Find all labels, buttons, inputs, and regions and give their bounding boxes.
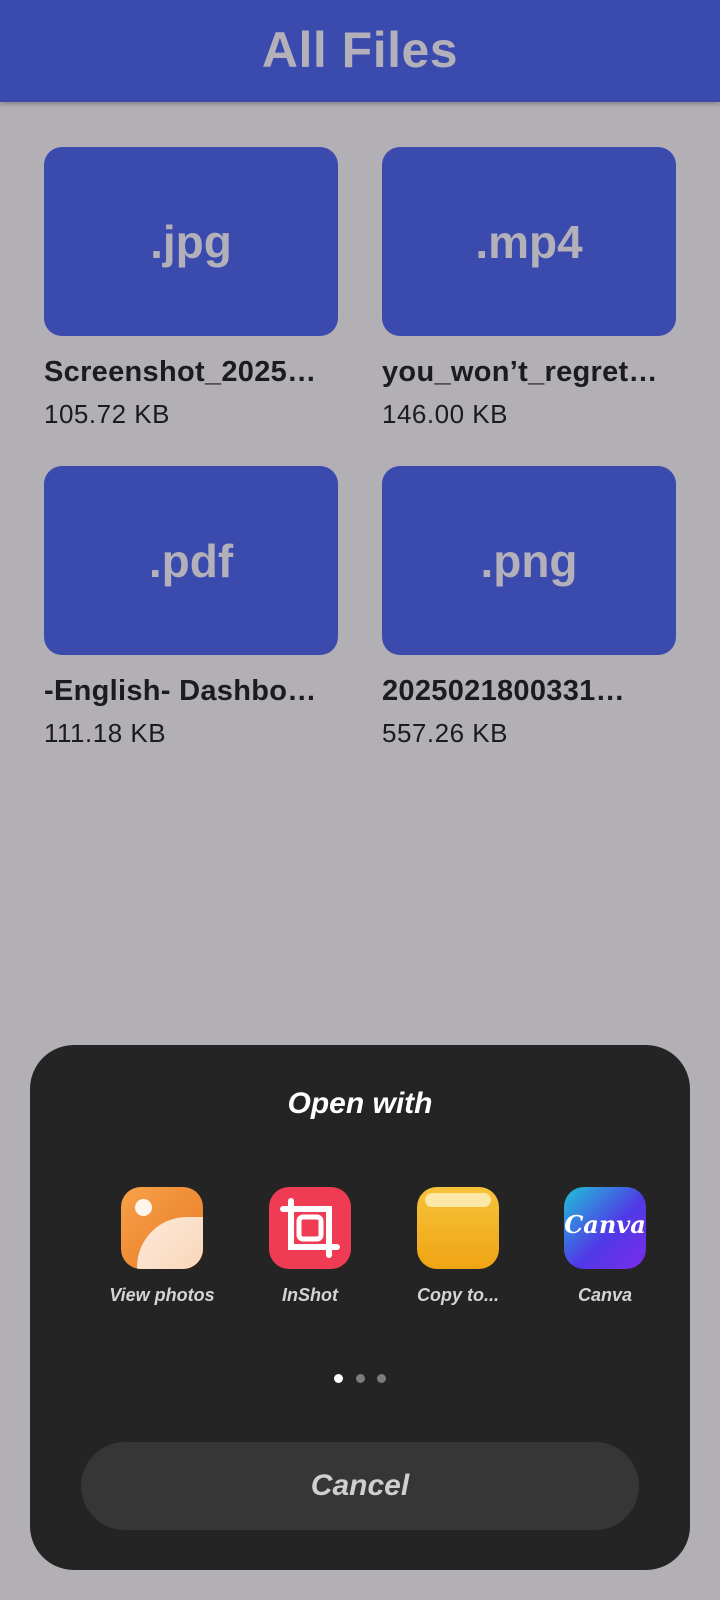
canva-logo: Canva xyxy=(564,1210,646,1239)
page-title: All Files xyxy=(261,22,459,78)
file-thumbnail[interactable]: .jpg xyxy=(44,147,338,336)
app-inshot[interactable]: InShot xyxy=(235,1187,385,1306)
canva-icon[interactable]: Canva xyxy=(564,1187,646,1269)
file-extension: .jpg xyxy=(150,215,232,268)
file-extension: .mp4 xyxy=(475,215,583,268)
file-size: 111.18 KB xyxy=(44,718,167,748)
cancel-label: Cancel xyxy=(310,1469,410,1502)
inshot-icon[interactable] xyxy=(269,1187,351,1269)
app-label: View photos xyxy=(109,1285,215,1305)
open-with-sheet: Open with View photos InShot Copy to... … xyxy=(30,1045,690,1570)
file-card[interactable]: .jpg Screenshot_2025… 105.72 KB xyxy=(44,147,338,430)
page-dot xyxy=(376,1374,386,1383)
file-name: 2025021800331… xyxy=(382,675,625,707)
app-label: InShot xyxy=(282,1285,338,1305)
file-card[interactable]: .pdf -English- Dashbo… 111.18 KB xyxy=(44,466,338,749)
file-size: 557.26 KB xyxy=(382,718,508,748)
photos-icon[interactable] xyxy=(121,1187,203,1269)
file-extension: .png xyxy=(480,534,578,587)
app-header: All Files xyxy=(0,0,720,102)
app-list: View photos InShot Copy to... Canva Canv… xyxy=(30,1187,690,1317)
file-name: Screenshot_2025… xyxy=(44,356,317,388)
file-thumbnail[interactable]: .mp4 xyxy=(382,147,676,336)
file-grid: .jpg Screenshot_2025… 105.72 KB .mp4 you… xyxy=(44,147,676,749)
app-label: Copy to... xyxy=(417,1285,499,1305)
file-card[interactable]: .png 2025021800331… 557.26 KB xyxy=(382,466,676,749)
app-canva[interactable]: Canva Canva xyxy=(530,1187,680,1306)
file-thumbnail[interactable]: .png xyxy=(382,466,676,655)
file-name: you_won’t_regret… xyxy=(382,356,658,388)
app-copy-to[interactable]: Copy to... xyxy=(383,1187,533,1306)
file-card[interactable]: .mp4 you_won’t_regret… 146.00 KB xyxy=(382,147,676,430)
file-name: -English- Dashbo… xyxy=(44,675,317,707)
file-extension: .pdf xyxy=(148,534,234,587)
page-indicator xyxy=(30,1370,690,1388)
page-dot-active xyxy=(334,1374,344,1383)
folder-icon[interactable] xyxy=(417,1187,499,1269)
file-thumbnail[interactable]: .pdf xyxy=(44,466,338,655)
app-label: Canva xyxy=(577,1285,633,1305)
file-size: 105.72 KB xyxy=(44,399,170,429)
page-dot xyxy=(355,1374,365,1383)
cancel-button[interactable]: Cancel xyxy=(81,1442,639,1530)
sheet-title: Open with xyxy=(287,1087,433,1120)
app-view-photos[interactable]: View photos xyxy=(87,1187,237,1306)
file-size: 146.00 KB xyxy=(382,399,508,429)
